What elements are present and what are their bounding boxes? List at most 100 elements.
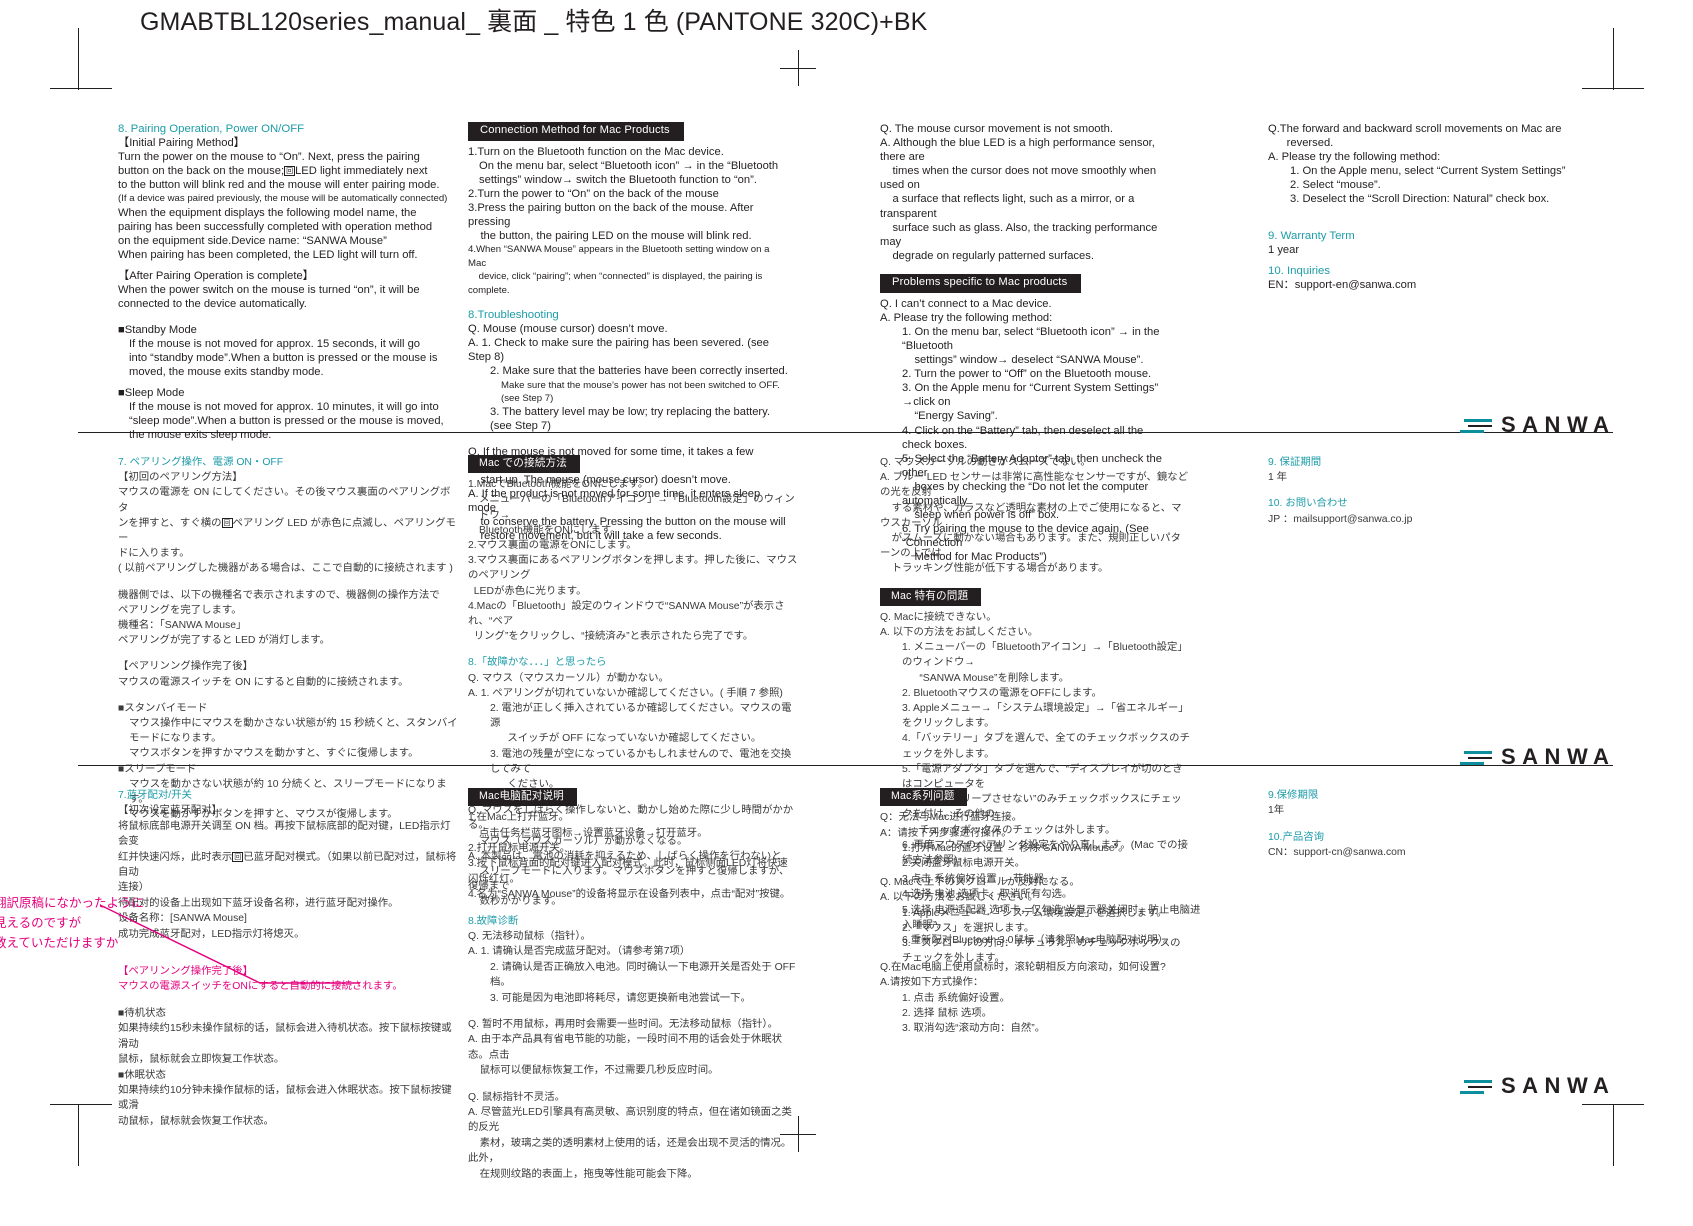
jp-smooth-a: A. ブルー LED センサーは非常に高性能なセンサーですが、鏡などの光を反射 …: [880, 472, 1189, 575]
en-mac-step-2: 2.Turn the power to “On” on the back of …: [468, 188, 719, 201]
en-inquiries-body: EN：support-en@sanwa.com: [1268, 278, 1417, 291]
cn-mac-step-2: 2.打开鼠标电源开关。: [468, 842, 571, 854]
cn-inquiries-body: CN：support-cn@sanwa.com: [1268, 847, 1406, 859]
jp-smooth-q: Q. マウスカーソルの動きがスムーズでない。: [880, 457, 1091, 468]
jp-ts-a1-1: A. 1. ペアリングが切れていないか確認してください。( 手順 7 参照): [468, 687, 783, 699]
jp-mac-a-4: 4.「バッテリー」タブを選んで、全てのチェックボックスのチェックを外します。: [902, 733, 1190, 760]
jp-ts-a1-3: 3. 電池の残量が空になっているかもしれませんので、電池を交換してみて ください…: [490, 748, 792, 790]
jp-column-4: 9. 保証期間 1 年 10. お問い合わせ JP ：mailsupport@s…: [1268, 455, 1588, 527]
en-standby-head: ■Standby Mode: [118, 323, 197, 336]
jp-heading-warranty: 9. 保証期間: [1268, 457, 1322, 468]
crop-mark-bl-v: [78, 1104, 79, 1166]
cn-bar-mac-connection: Mac电脑配对说明: [468, 788, 577, 807]
en-sleep-body: If the mouse is not moved for approx. 10…: [129, 401, 444, 442]
en-standby-body: If the mouse is not moved for approx. 15…: [129, 337, 438, 378]
jp-sleep-head: ■スリープモード: [118, 763, 197, 775]
cn-heading-troubleshooting: 8.故障诊断: [468, 915, 519, 927]
cn-ts-a1-3: 3. 可能是因为电池即将耗尽，请您更换新电池尝试一下。: [490, 992, 751, 1004]
jp-bar-mac-connection: Mac での接続方法: [468, 455, 581, 474]
en-mac-a-4: 4. Click on the “Battery” tab, then dese…: [902, 424, 1147, 451]
sanwa-bars-mark-icon: [1460, 415, 1492, 435]
jp-inquiries-body: JP ：mailsupport@sanwa.co.jp: [1268, 513, 1413, 525]
cn-standby-head: ■待机状态: [118, 1007, 166, 1019]
jp-mac-a-2: 2. Bluetoothマウスの電源をOFFにします。: [902, 687, 1102, 699]
cn-ts-a1-2: 2. 请确认是否正确放入电池。同时确认一下电源开关是否处于 OFF 档。: [490, 961, 799, 989]
en-subhead-initial-pairing: 【Initial Pairing Method】: [118, 137, 245, 150]
en-heading-troubleshooting: 8.Troubleshooting: [468, 309, 559, 322]
cn-mac-a-4: 4.选择 电池 选项卡，取消所有勾选。: [902, 889, 1073, 901]
jp-subhead-initial-pairing: 【初回のペアリング方法】: [118, 472, 243, 484]
en-heading-warranty: 9. Warranty Term: [1268, 229, 1355, 242]
cn-heading-inquiries: 10.产品咨询: [1268, 831, 1325, 843]
cn-column-2: Mac电脑配对说明 1.在Mac上打开蓝牙。 点击任务栏蓝牙图标→设置蓝牙设备→…: [468, 788, 798, 1182]
jp-pairing-note: ( 以前ペアリングした機器がある場合は、ここで自動的に接続されます ): [118, 563, 453, 575]
en-smooth-a: A. Although the blue LED is a high perfo…: [880, 137, 1158, 262]
cn-scroll-a: A.请按如下方式操作：: [880, 977, 984, 989]
jp-mac-step-3: 3.マウス裏面にあるペアリングボタンを押します。押した後に、マウスのペアリング …: [468, 555, 798, 597]
cn-heading-pairing: 7.蓝牙配对/开关: [118, 790, 192, 801]
en-ts-a1-2b: Make sure that the mouse’s power has not…: [501, 379, 783, 404]
jp-mac-step-1b: メニューバーの「Bluetoothアイコン」→「Bluetooth設定」のウィン…: [479, 494, 795, 536]
cn-ts-q3: Q. 鼠标指针不灵活。: [468, 1091, 565, 1103]
cn-mac-a-2: 2.关闭蓝牙鼠标电源开关。: [902, 858, 1025, 870]
jp-model-name-block: 機器側では、以下の機種名で表示されますので、機器側の操作方法で ペアリングを完了…: [118, 589, 440, 647]
jp-mac-a-3: 3. Appleメニュー→「システム環境設定」→「省エネルギー」をクリックします…: [902, 702, 1189, 730]
cn-scroll-a-1: 1. 点击 系统偏好设置。: [902, 992, 1010, 1004]
jp-mac-q: Q. Macに接続できない。: [880, 611, 997, 623]
sanwa-bars-mark-icon: [1460, 1076, 1492, 1096]
cn-ts-a3: A. 尽管蓝光LED引擎具有高灵敏、高识别度的特点，但在诸如镜面之类的反光 素材…: [468, 1107, 792, 1180]
cn-sleep-body: 如果持续约10分钟未操作鼠标的话，鼠标会进入休眠状态。按下鼠标按键或滑 动鼠标，…: [118, 1084, 452, 1127]
cn-mac-a: A：请按下列步骤进行操作。: [880, 827, 1012, 839]
jp-subhead-after-pairing: 【ペアリンング操作完了後】: [118, 661, 254, 673]
en-bar-mac-connection: Connection Method for Mac Products: [468, 122, 684, 141]
en-ts-a1-1: A. 1. Check to make sure the pairing has…: [468, 337, 773, 364]
cn-ts-q1: Q. 无法移动鼠标（指针）。: [468, 930, 591, 942]
en-pairing-para-c: When the equipment displays the followin…: [118, 206, 433, 262]
cn-bar-mac-problems: Mac系列问题: [880, 788, 968, 807]
jp-mac-step-1: 1.MacでBluetooth機能をONにします。: [468, 479, 649, 491]
cn-subhead-initial-pairing: 【初次设定蓝牙配对】: [118, 805, 222, 817]
en-ts-a1-3: 3. The battery level may be low; try rep…: [490, 406, 774, 433]
jp-standby-body: マウス操作中にマウスを動かさない状態が約 15 秒続くと、スタンバイ モードにな…: [129, 718, 458, 760]
cn-mac-a-1: 1.打开Mac的蓝牙设置 → 移除“SANWA Mouse”。: [902, 842, 1129, 854]
cn-ts-a2: A. 由于本产品具有省电节能的功能，一段时间不用的话会处于休眠状态。点击 鼠标可…: [468, 1034, 783, 1077]
jp-standby-head: ■スタンバイモード: [118, 702, 208, 714]
sanwa-logo-text: SANWA: [1501, 412, 1616, 437]
en-column-1: 8. Pairing Operation, Power ON/OFF 【Init…: [118, 122, 448, 442]
jp-heading-pairing: 7. ペアリング操作、電源 ON・OFF: [118, 457, 284, 468]
crop-mark-tl-v: [78, 28, 79, 90]
sanwa-bars-mark-icon: [1460, 747, 1492, 767]
en-heading-inquiries: 10. Inquiries: [1268, 264, 1331, 277]
cn-mac-step-3: 3.按下鼠标背面的配对键进入配对模式。此时，鼠标侧面LED灯将快速闪烁红灯。: [468, 858, 788, 885]
cn-warranty-body: 1年: [1268, 805, 1285, 817]
cn-pairing-para-a: 将鼠标底部电源开关调至 ON 档。再按下鼠标底部的配对键，LED指示灯会变 红并…: [118, 820, 457, 894]
jp-bar-mac-problems: Mac 特有の問題: [880, 587, 982, 606]
en-mac-step-3: 3.Press the pairing button on the back o…: [468, 202, 754, 243]
jp-warranty-body: 1 年: [1268, 472, 1288, 484]
cn-sleep-head: ■休眠状态: [118, 1069, 166, 1081]
cn-mac-step-4: 4.名为“SANWA Mouse”的设备将显示在设备列表中，点击“配对”按键。: [468, 889, 791, 901]
jp-mac-step-4: 4.Macの「Bluetooth」設定のウィンドウで“SANWA Mouse”が…: [468, 600, 785, 643]
en-scroll-a-2: 2. Select “mouse”.: [1290, 179, 1381, 192]
sanwa-logo-text: SANWA: [1501, 1073, 1616, 1098]
jp-after-pairing-body: マウスの電源スイッチを ON にすると自動的に接続されます。: [118, 676, 409, 688]
sanwa-logo-cn: SANWA: [1460, 1073, 1615, 1099]
jp-mac-a: A. 以下の方法をお試しください。: [880, 626, 1039, 638]
cn-column-4: 9.保修期限 1年 10.产品咨询 CN：support-cn@sanwa.co…: [1268, 788, 1588, 861]
en-ts-q1: Q. Mouse (mouse cursor) doesn’t move.: [468, 323, 668, 336]
en-mac-a: A. Please try the following method:: [880, 311, 1053, 324]
crop-mark-tr-h: [1582, 88, 1644, 89]
cn-mac-a-5: 5.选择 电源适配器 选项卡，仅勾选“当显示器关闭时，防止电脑进入睡眠”。: [902, 904, 1201, 931]
crop-mark-bl-h: [50, 1104, 112, 1105]
en-mac-a-1: 1. On the menu bar, select “Bluetooth ic…: [902, 325, 1160, 367]
cn-ts-a1-1: A. 1. 请确认是否完成蓝牙配对。（请参考第7项）: [468, 946, 691, 958]
jp-mac-step-2: 2.マウス裏面の電源をONにします。: [468, 539, 637, 551]
jp-pairing-led-box-icon: 回: [221, 517, 233, 528]
cn-scroll-a-2: 2. 选择 鼠标 选项。: [902, 1007, 993, 1019]
page-title: GMABTBL120series_manual_ 裏面 _ 特色 1 色 (PA…: [140, 8, 928, 36]
jp-column-1: 7. ペアリング操作、電源 ON・OFF 【初回のペアリング方法】 マウスの電源…: [118, 455, 458, 822]
pairing-led-box-icon: 回: [284, 166, 296, 177]
sanwa-logo-text: SANWA: [1501, 744, 1616, 769]
review-annotation-leader-line: [100, 905, 360, 984]
en-pairing-para-a: Turn the power on the mouse to “On”. Nex…: [118, 151, 440, 192]
